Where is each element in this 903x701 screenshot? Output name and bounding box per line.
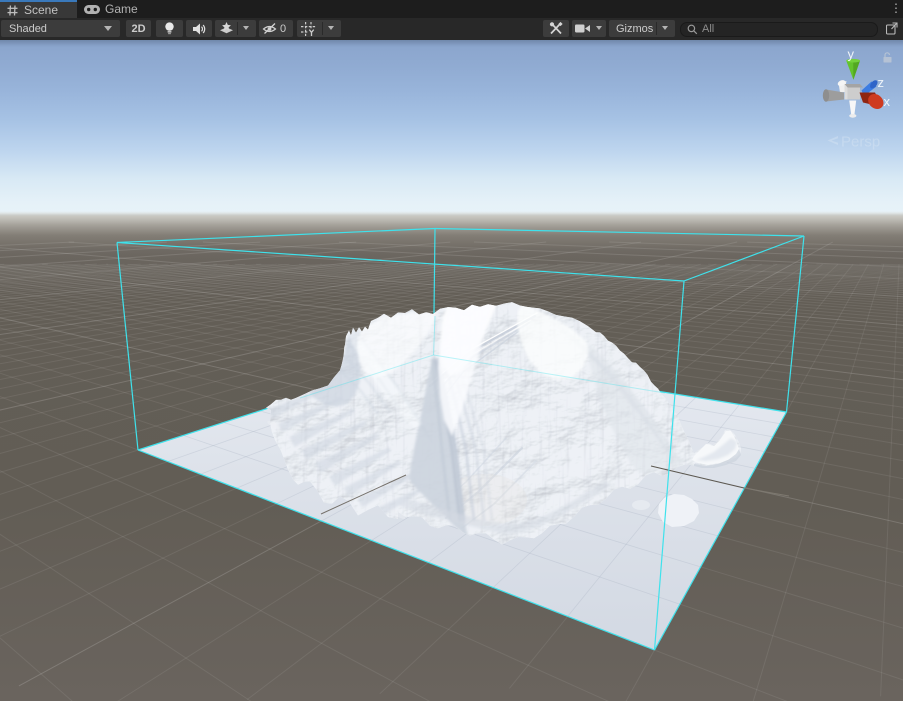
svg-text:z: z — [878, 75, 885, 90]
svg-text:x: x — [884, 94, 891, 109]
svg-text:Persp: Persp — [841, 134, 880, 151]
svg-text:y: y — [848, 47, 855, 62]
